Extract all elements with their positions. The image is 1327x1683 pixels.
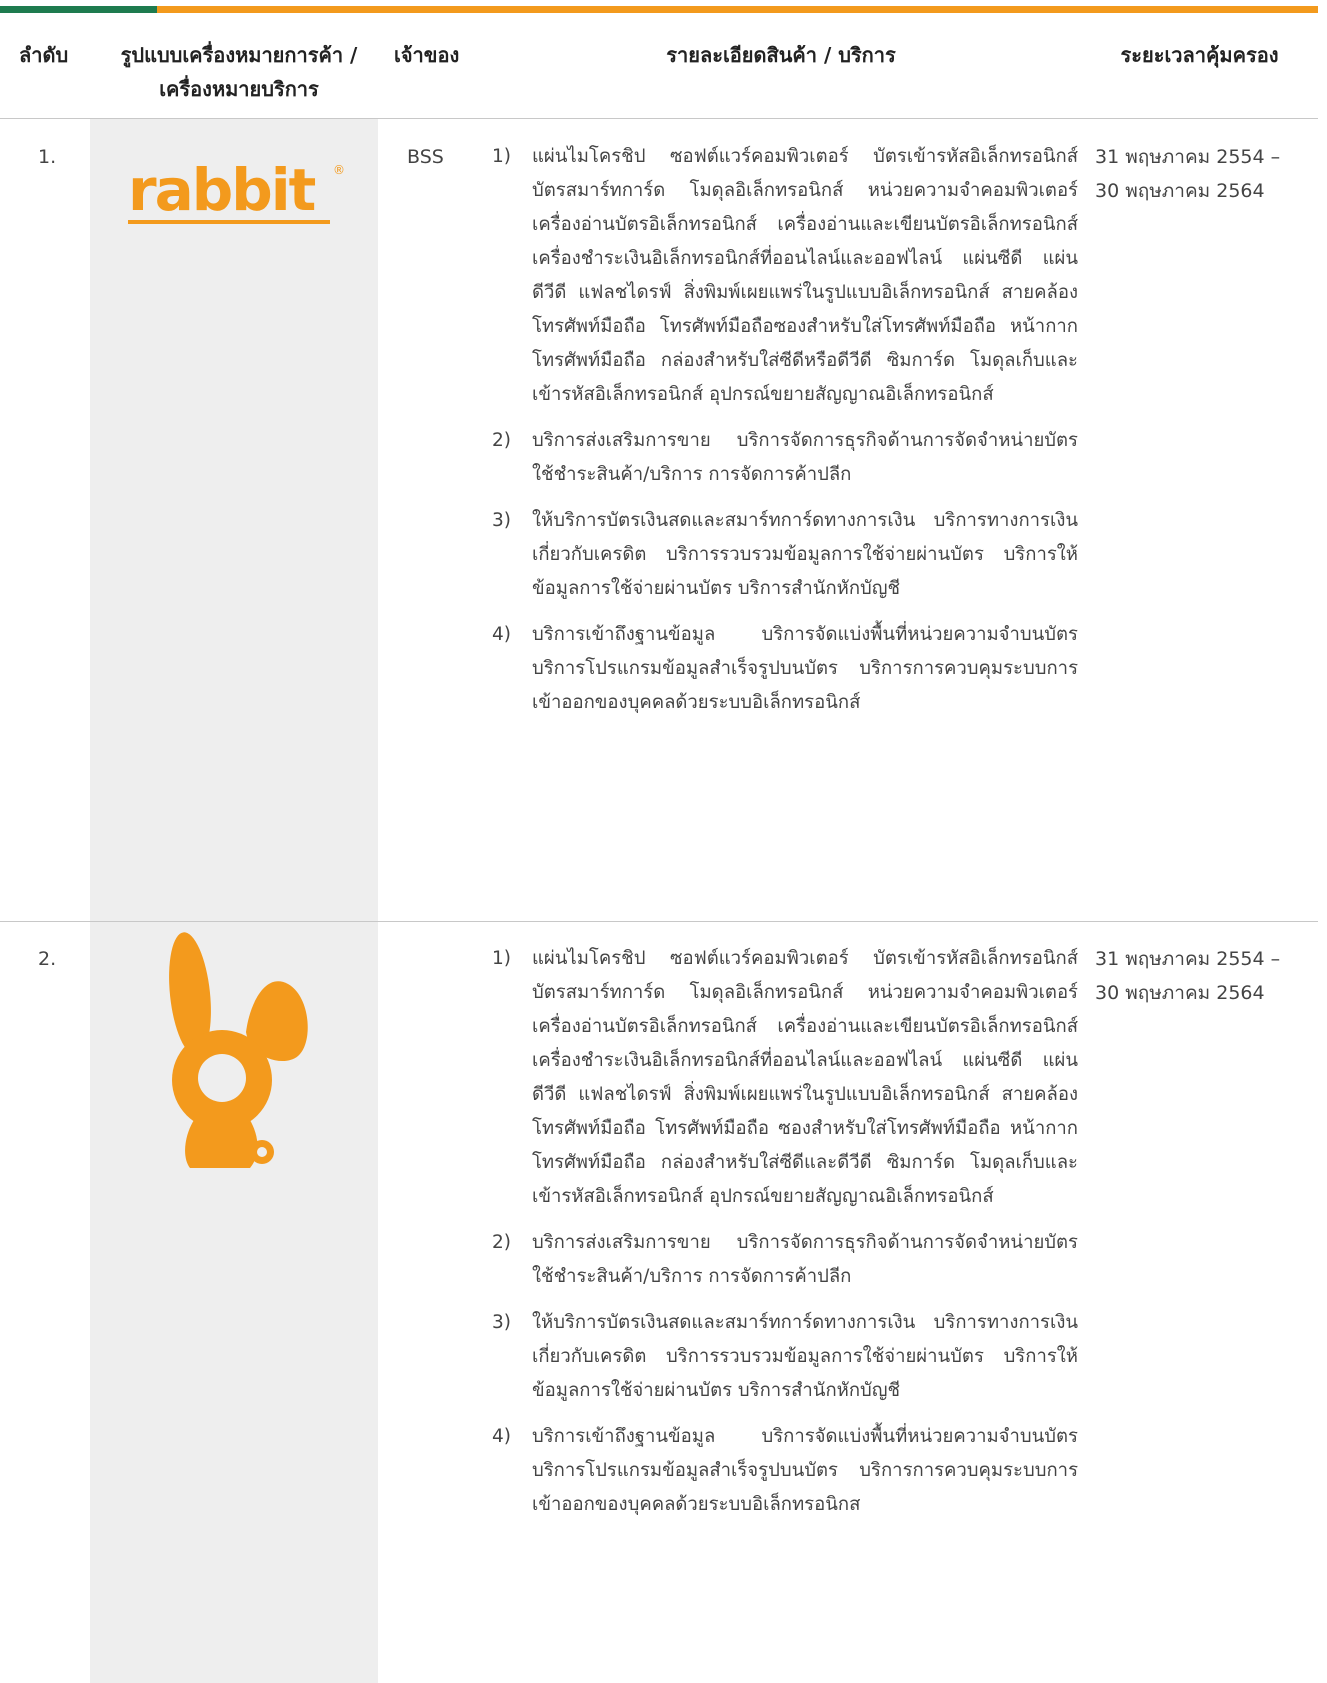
item-number: 4) (492, 1426, 511, 1447)
row1-detail-item: 4) บริการเข้าถึงฐานข้อมูล บริการจัดแบ่งพื… (488, 618, 1078, 720)
row2-detail-list: 1) แผ่นไมโครชิป ซอฟต์แวร์คอมพิวเตอร์ บัตร… (488, 942, 1078, 1534)
row1-period: 31 พฤษภาคม 2554 – 30 พฤษภาคม 2564 (1095, 140, 1323, 208)
row-divider (0, 921, 1318, 922)
item-text: ให้บริการบัตรเงินสดและสมาร์ทการ์ดทางการเ… (532, 510, 1078, 599)
row1-period-start: 31 พฤษภาคม 2554 – (1095, 146, 1281, 168)
item-text: แผ่นไมโครชิป ซอฟต์แวร์คอมพิวเตอร์ บัตรเข… (532, 146, 1078, 405)
item-text: บริการเข้าถึงฐานข้อมูล บริการจัดแบ่งพื้น… (532, 1426, 1078, 1515)
row1-owner: BSS (407, 146, 444, 168)
row2-detail-item: 2) บริการส่งเสริมการขาย บริการจัดการธุรกิ… (488, 1226, 1078, 1294)
header-period: ระยะเวลาคุ้มครอง (1120, 43, 1279, 67)
top-accent-bar (0, 6, 1318, 13)
row1-order: 1. (38, 146, 57, 168)
item-text: แผ่นไมโครชิป ซอฟต์แวร์คอมพิวเตอร์ บัตรเข… (532, 948, 1078, 1207)
header-owner: เจ้าของ (394, 43, 460, 67)
header-logo-line2: เครื่องหมายบริการ (159, 77, 319, 101)
bunny-face-hole (198, 1054, 246, 1102)
header-detail: รายละเอียดสินค้า / บริการ (666, 43, 896, 67)
item-text: บริการส่งเสริมการขาย บริการจัดการธุรกิจด… (532, 430, 1078, 485)
item-number: 1) (492, 146, 511, 167)
top-accent-green (0, 6, 157, 13)
bunny-tail-hole (257, 1147, 267, 1157)
item-number: 1) (492, 948, 511, 969)
item-number: 3) (492, 510, 511, 531)
header-logo-line1: รูปแบบเครื่องหมายการค้า / (120, 43, 358, 67)
item-text: ให้บริการบัตรเงินสดและสมาร์ทการ์ดทางการเ… (532, 1312, 1078, 1401)
row2-order: 2. (38, 948, 57, 970)
registered-mark: ® (333, 163, 345, 177)
row2-detail-item: 3) ให้บริการบัตรเงินสดและสมาร์ทการ์ดทางกา… (488, 1306, 1078, 1408)
row1-period-end: 30 พฤษภาคม 2564 (1095, 180, 1265, 202)
row1-detail-item: 2) บริการส่งเสริมการขาย บริการจัดการธุรกิ… (488, 424, 1078, 492)
row2-detail-item: 4) บริการเข้าถึงฐานข้อมูล บริการจัดแบ่งพื… (488, 1420, 1078, 1522)
rabbit-wordmark-underline (128, 220, 330, 224)
rabbit-wordmark-logo: rabbit ® (128, 156, 345, 224)
header-logo-format: รูปแบบเครื่องหมายการค้า / เครื่องหมายบริ… (98, 38, 380, 106)
item-number: 2) (492, 1232, 511, 1253)
item-number: 3) (492, 1312, 511, 1333)
row2-period-start: 31 พฤษภาคม 2554 – (1095, 948, 1281, 970)
row2-period-end: 30 พฤษภาคม 2564 (1095, 982, 1265, 1004)
row1-detail-item: 1) แผ่นไมโครชิป ซอฟต์แวร์คอมพิวเตอร์ บัตร… (488, 140, 1078, 412)
top-accent-orange (157, 6, 1318, 13)
rabbit-wordmark-text: rabbit (128, 156, 316, 224)
row2-detail-item: 1) แผ่นไมโครชิป ซอฟต์แวร์คอมพิวเตอร์ บัตร… (488, 942, 1078, 1214)
item-number: 4) (492, 624, 511, 645)
row1-detail-list: 1) แผ่นไมโครชิป ซอฟต์แวร์คอมพิวเตอร์ บัตร… (488, 140, 1078, 732)
row1-detail-item: 3) ให้บริการบัตรเงินสดและสมาร์ทการ์ดทางกา… (488, 504, 1078, 606)
header-order: ลำดับ (19, 43, 69, 67)
row2-period: 31 พฤษภาคม 2554 – 30 พฤษภาคม 2564 (1095, 942, 1323, 1010)
bunny-body (185, 1120, 258, 1168)
bunny-mascot-logo (169, 932, 308, 1168)
item-number: 2) (492, 430, 511, 451)
item-text: บริการเข้าถึงฐานข้อมูล บริการจัดแบ่งพื้น… (532, 624, 1078, 713)
item-text: บริการส่งเสริมการขาย บริการจัดการธุรกิจด… (532, 1232, 1078, 1287)
